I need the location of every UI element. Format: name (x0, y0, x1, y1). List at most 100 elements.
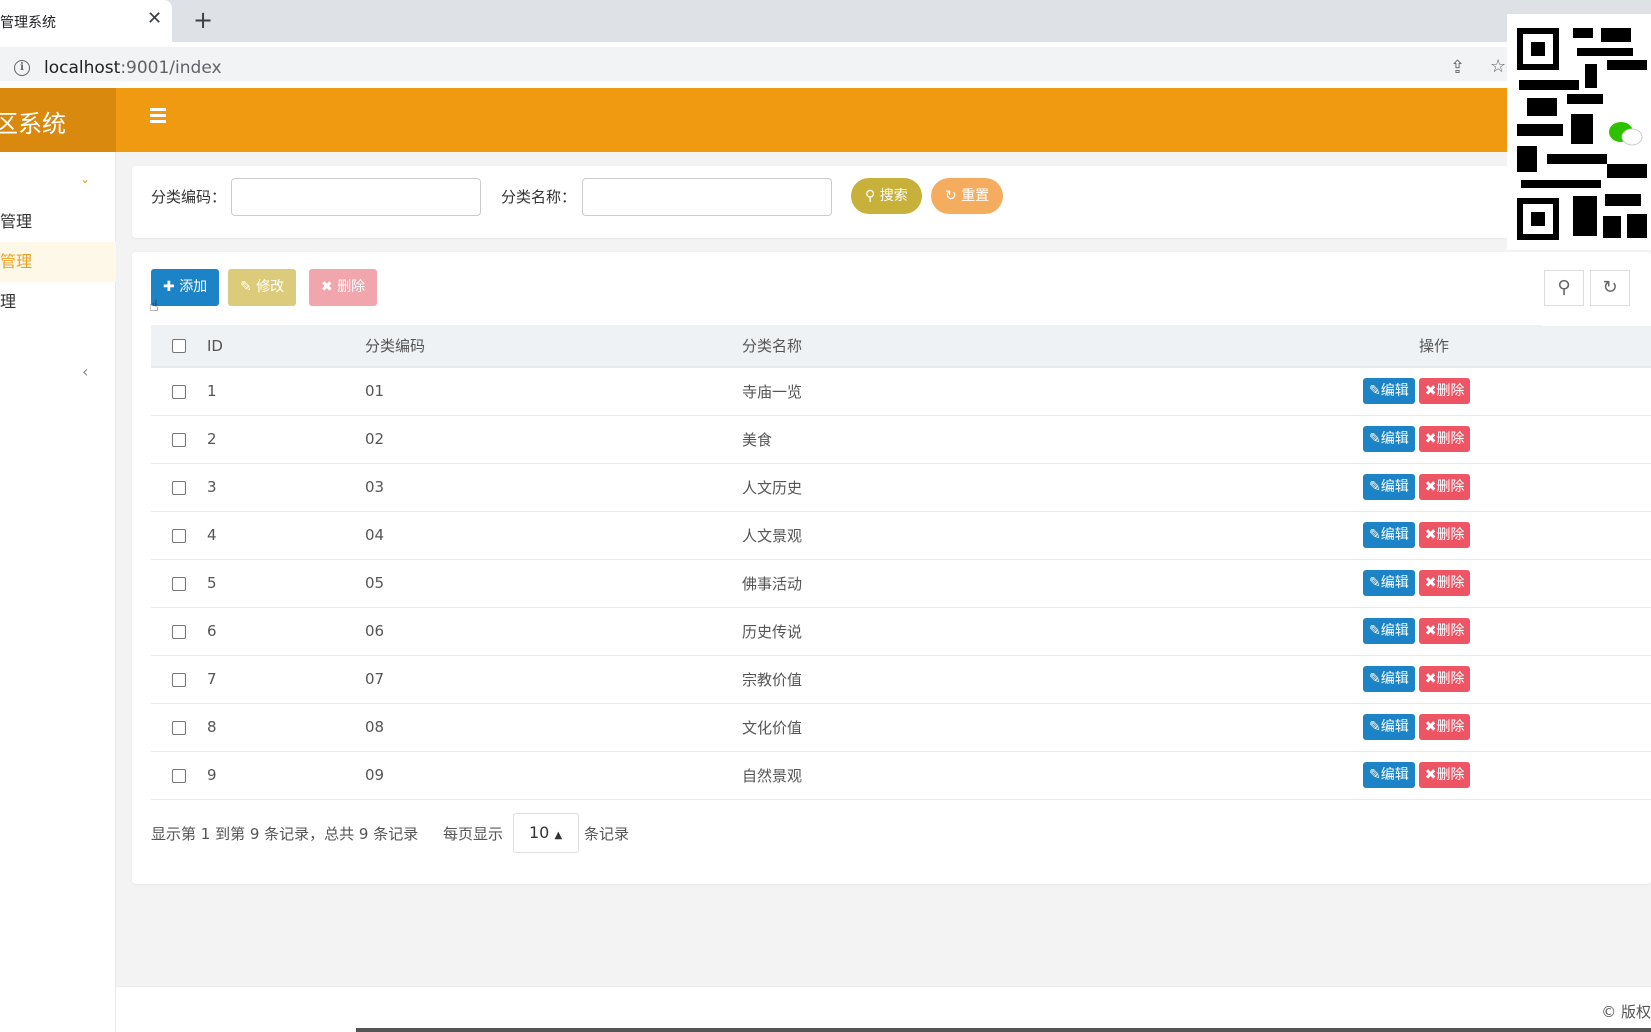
row-edit-button[interactable]: ✎编辑 (1363, 426, 1415, 452)
row-delete-button[interactable]: ✖删除 (1418, 522, 1471, 548)
cell-name: 佛事活动 (742, 559, 1341, 608)
row-edit-label: 编辑 (1380, 719, 1409, 735)
edit-icon: ✎ (240, 279, 252, 295)
close-icon: ✖ (1424, 719, 1437, 735)
table-row[interactable]: 5 05 佛事活动 ✎编辑 ✖删除 (151, 559, 1651, 608)
edit-button[interactable]: ✎ 修改 (228, 269, 297, 306)
row-checkbox[interactable] (172, 432, 186, 447)
row-delete-button[interactable]: ✖删除 (1418, 714, 1471, 740)
table-row[interactable]: 2 02 美食 ✎编辑 ✖删除 (151, 415, 1651, 464)
table-row[interactable]: 6 06 历史传说 ✎编辑 ✖删除 (151, 607, 1651, 656)
reset-button[interactable]: ↻ 重置 (931, 178, 1004, 214)
tab-close-icon[interactable]: ✕ (147, 8, 162, 29)
share-icon[interactable]: ⇪ (1450, 57, 1465, 78)
row-edit-label: 编辑 (1380, 575, 1409, 591)
cell-ops: ✎编辑 ✖删除 (1341, 511, 1651, 560)
tab-title: 管理系统 (0, 15, 56, 31)
table-row[interactable]: 3 03 人文历史 ✎编辑 ✖删除 (151, 463, 1651, 512)
row-check-cell (151, 511, 207, 560)
cell-ops: ✎编辑 ✖删除 (1341, 415, 1651, 464)
sidebar-item-3[interactable]: 理 (0, 282, 116, 322)
search-toggle-icon[interactable]: ⚲ (1544, 270, 1584, 306)
refresh-icon[interactable]: ↻ (1590, 270, 1630, 306)
row-checkbox[interactable] (172, 528, 186, 543)
qr-code-image (1507, 14, 1651, 250)
close-icon: ✖ (1424, 431, 1437, 447)
omnibox[interactable]: i localhost:9001/index ⇪ ☆ (0, 47, 1520, 81)
row-checkbox[interactable] (172, 768, 186, 783)
cell-id: 8 (207, 703, 365, 752)
row-delete-button[interactable]: ✖删除 (1418, 474, 1471, 500)
edit-icon: ✎ (1369, 479, 1381, 495)
url-text[interactable]: localhost:9001/index (44, 58, 222, 78)
sidebar: ⌄ 管理 管理 理 ‹ (0, 152, 116, 1032)
cell-code: 09 (365, 751, 742, 800)
row-edit-button[interactable]: ✎编辑 (1363, 666, 1415, 692)
edit-icon: ✎ (1369, 623, 1381, 639)
header-name[interactable]: 分类名称 (742, 325, 1341, 368)
name-input[interactable] (582, 178, 832, 216)
search-button-label: 搜索 (879, 188, 908, 204)
table-tools: ⚲ ↻ (1542, 270, 1651, 326)
row-checkbox[interactable] (172, 384, 186, 399)
table-row[interactable]: 8 08 文化价值 ✎编辑 ✖删除 (151, 703, 1651, 752)
row-edit-button[interactable]: ✎编辑 (1363, 618, 1415, 644)
row-delete-button[interactable]: ✖删除 (1418, 666, 1471, 692)
row-delete-label: 删除 (1436, 671, 1465, 687)
add-button[interactable]: ✚ 添加 (151, 269, 220, 306)
cell-name: 文化价值 (742, 703, 1341, 752)
sidebar-item-1[interactable]: 管理 (0, 202, 116, 242)
qr-finder-bottom-left (1517, 198, 1559, 240)
close-icon: ✖ (1424, 479, 1437, 495)
row-delete-button[interactable]: ✖删除 (1418, 618, 1471, 644)
row-checkbox[interactable] (172, 480, 186, 495)
pager-per-page-suffix: 条记录 (584, 825, 630, 843)
sidebar-item-2-active[interactable]: 管理 (0, 242, 116, 282)
chevron-down-icon[interactable]: ⌄ (80, 172, 90, 186)
cell-id: 9 (207, 751, 365, 800)
row-edit-button[interactable]: ✎编辑 (1363, 378, 1415, 405)
table-row[interactable]: 4 04 人文景观 ✎编辑 ✖删除 (151, 511, 1651, 560)
row-check-cell (151, 367, 207, 416)
table-row[interactable]: 9 09 自然景观 ✎编辑 ✖删除 (151, 751, 1651, 800)
cell-ops: ✎编辑 ✖删除 (1341, 703, 1651, 752)
new-tab-icon[interactable]: + (193, 6, 213, 34)
row-checkbox[interactable] (172, 576, 186, 591)
header-id[interactable]: ID (207, 325, 365, 368)
cell-name: 人文景观 (742, 511, 1341, 560)
table-row[interactable]: 7 07 宗教价值 ✎编辑 ✖删除 (151, 655, 1651, 704)
row-delete-button[interactable]: ✖删除 (1418, 378, 1471, 405)
row-delete-button[interactable]: ✖删除 (1418, 762, 1471, 788)
edit-icon: ✎ (1369, 383, 1381, 400)
url-host: localhost (44, 58, 121, 78)
row-delete-button[interactable]: ✖删除 (1418, 426, 1471, 452)
row-edit-button[interactable]: ✎编辑 (1363, 762, 1415, 788)
row-delete-button[interactable]: ✖删除 (1418, 570, 1471, 596)
row-checkbox[interactable] (172, 720, 186, 735)
cell-code: 08 (365, 703, 742, 752)
site-info-icon[interactable]: i (14, 60, 30, 76)
edit-icon: ✎ (1369, 527, 1381, 543)
header-code[interactable]: 分类编码 (365, 325, 742, 368)
row-edit-button[interactable]: ✎编辑 (1363, 522, 1415, 548)
page-size-select[interactable]: 10 ▲ (513, 813, 579, 853)
select-all-checkbox[interactable] (172, 339, 186, 353)
code-input[interactable] (231, 178, 481, 216)
cell-id: 7 (207, 655, 365, 704)
row-checkbox[interactable] (172, 672, 186, 687)
row-edit-button[interactable]: ✎编辑 (1363, 714, 1415, 740)
menu-toggle-icon[interactable] (150, 108, 166, 123)
browser-tab[interactable]: 管理系统 ✕ (0, 0, 172, 42)
row-check-cell (151, 751, 207, 800)
cell-code: 05 (365, 559, 742, 608)
delete-button[interactable]: ✖ 删除 (309, 269, 378, 306)
edit-icon: ✎ (1369, 575, 1381, 591)
chevron-left-icon[interactable]: ‹ (82, 362, 88, 381)
category-table: ID 分类编码 分类名称 操作 1 01 寺庙一览 ✎编辑 ✖删除 2 02 美食 ✎编辑 ✖删除… (151, 325, 1651, 800)
table-row[interactable]: 1 01 寺庙一览 ✎编辑 ✖删除 (151, 367, 1651, 416)
bookmark-star-icon[interactable]: ☆ (1490, 56, 1506, 77)
row-edit-button[interactable]: ✎编辑 (1363, 570, 1415, 596)
row-edit-button[interactable]: ✎编辑 (1363, 474, 1415, 500)
row-checkbox[interactable] (172, 624, 186, 639)
search-button[interactable]: ⚲ 搜索 (851, 178, 922, 214)
